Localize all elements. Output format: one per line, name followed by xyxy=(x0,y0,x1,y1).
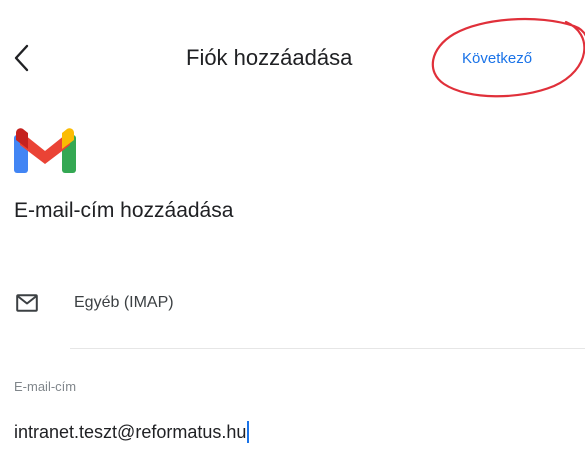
mail-icon xyxy=(16,294,38,312)
chevron-left-icon xyxy=(14,44,29,72)
divider xyxy=(70,348,585,349)
page-title: Fiók hozzáadása xyxy=(186,45,353,70)
email-value: intranet.teszt@reformatus.hu xyxy=(14,422,247,442)
next-button[interactable]: Következő xyxy=(462,48,532,70)
account-type-label: Egyéb (IMAP) xyxy=(74,294,174,311)
back-button[interactable] xyxy=(6,38,38,78)
email-field[interactable]: intranet.teszt@reformatus.hu xyxy=(14,418,574,446)
gmail-logo xyxy=(14,128,76,173)
account-type-option[interactable]: Egyéb (IMAP) xyxy=(0,280,585,326)
text-cursor xyxy=(247,421,250,443)
email-field-label: E-mail-cím xyxy=(14,379,77,394)
section-heading: E-mail-cím hozzáadása xyxy=(14,199,234,222)
